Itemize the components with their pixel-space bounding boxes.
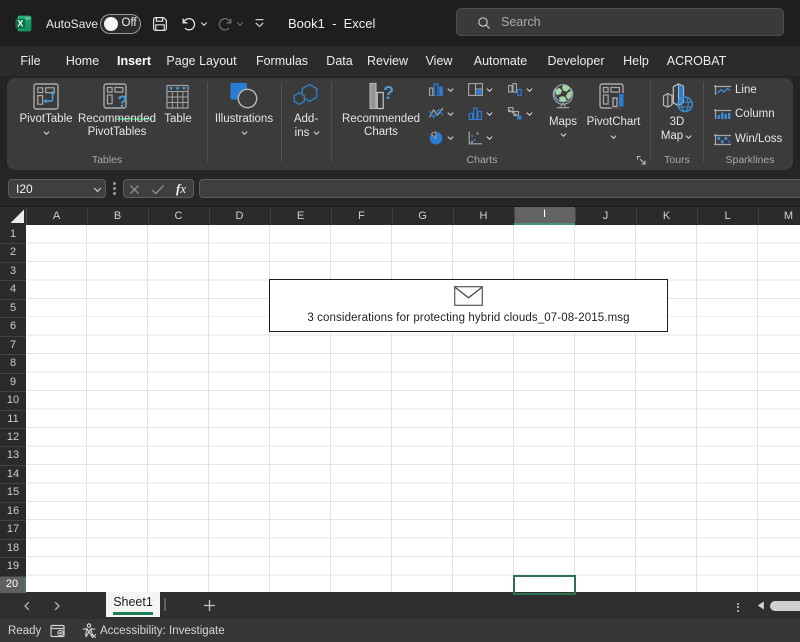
- svg-text:?: ?: [117, 92, 127, 110]
- svg-text:?: ?: [383, 83, 394, 103]
- svg-text:X: X: [17, 19, 23, 29]
